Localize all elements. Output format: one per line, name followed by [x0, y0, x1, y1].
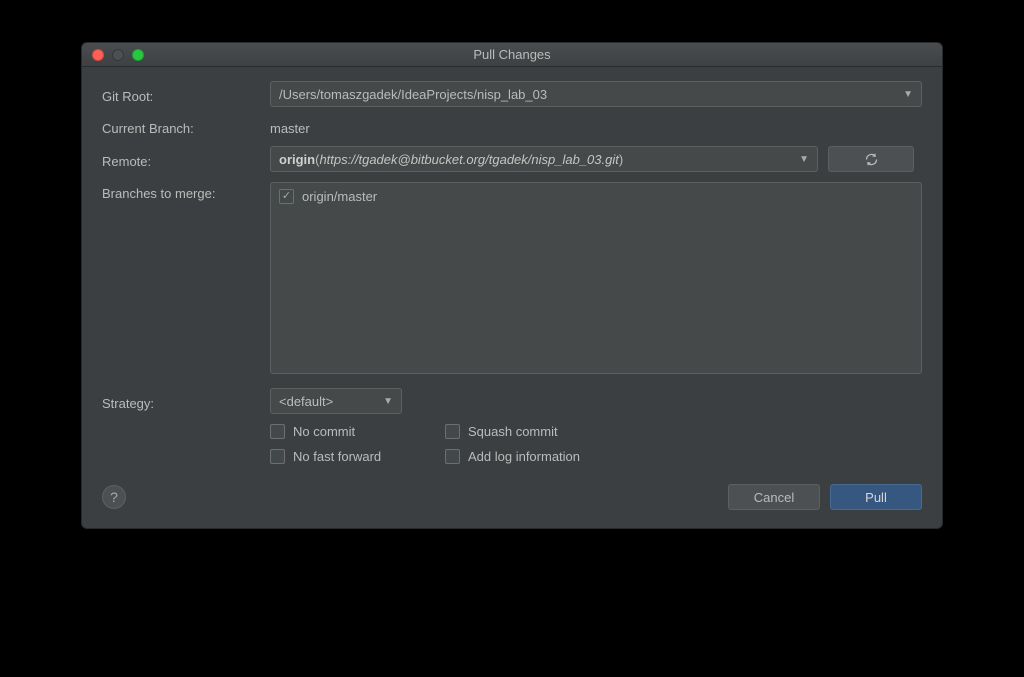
pull-button[interactable]: Pull — [830, 484, 922, 510]
branches-list[interactable]: origin/master — [270, 182, 922, 374]
remote-dropdown[interactable]: origin(https://tgadek@bitbucket.org/tgad… — [270, 146, 818, 172]
minimize-window-icon — [112, 49, 124, 61]
no-fast-forward-option[interactable]: No fast forward — [270, 449, 445, 464]
remote-url: https://tgadek@bitbucket.org/tgadek/nisp… — [319, 152, 618, 167]
refresh-button[interactable] — [828, 146, 914, 172]
cancel-button-label: Cancel — [754, 490, 794, 505]
strategy-label: Strategy: — [102, 392, 270, 411]
pull-button-label: Pull — [865, 490, 887, 505]
squash-commit-label: Squash commit — [468, 424, 558, 439]
help-button[interactable]: ? — [102, 485, 126, 509]
git-root-label: Git Root: — [102, 85, 270, 104]
no-commit-label: No commit — [293, 424, 355, 439]
chevron-down-icon: ▼ — [383, 396, 393, 407]
current-branch-label: Current Branch: — [102, 117, 270, 136]
add-log-info-checkbox[interactable] — [445, 449, 460, 464]
add-log-info-option[interactable]: Add log information — [445, 449, 665, 464]
no-commit-option[interactable]: No commit — [270, 424, 445, 439]
no-fast-forward-checkbox[interactable] — [270, 449, 285, 464]
no-fast-forward-label: No fast forward — [293, 449, 381, 464]
titlebar: Pull Changes — [82, 43, 942, 67]
chevron-down-icon: ▼ — [903, 89, 913, 100]
refresh-icon — [864, 152, 879, 167]
dialog-body: Git Root: /Users/tomaszgadek/IdeaProject… — [82, 67, 942, 528]
strategy-value: <default> — [279, 394, 333, 409]
remote-value: origin(https://tgadek@bitbucket.org/tgad… — [279, 152, 623, 167]
no-commit-checkbox[interactable] — [270, 424, 285, 439]
branches-to-merge-label: Branches to merge: — [102, 182, 270, 201]
git-root-value: /Users/tomaszgadek/IdeaProjects/nisp_lab… — [279, 87, 547, 102]
pull-changes-dialog: Pull Changes Git Root: /Users/tomaszgade… — [81, 42, 943, 529]
current-branch-value: master — [270, 117, 310, 136]
remote-label: Remote: — [102, 150, 270, 169]
cancel-button[interactable]: Cancel — [728, 484, 820, 510]
chevron-down-icon: ▼ — [799, 154, 809, 165]
help-icon: ? — [110, 489, 118, 505]
window-controls — [82, 49, 144, 61]
add-log-info-label: Add log information — [468, 449, 580, 464]
squash-commit-checkbox[interactable] — [445, 424, 460, 439]
dialog-footer: ? Cancel Pull — [102, 484, 922, 510]
options-grid: No commit Squash commit No fast forward … — [270, 424, 922, 464]
strategy-dropdown[interactable]: <default> ▼ — [270, 388, 402, 414]
window-title: Pull Changes — [82, 47, 942, 62]
branch-checkbox[interactable] — [279, 189, 294, 204]
branch-label: origin/master — [302, 189, 377, 204]
zoom-window-icon[interactable] — [132, 49, 144, 61]
squash-commit-option[interactable]: Squash commit — [445, 424, 665, 439]
branch-item[interactable]: origin/master — [279, 189, 913, 204]
remote-name: origin — [279, 152, 315, 167]
close-window-icon[interactable] — [92, 49, 104, 61]
git-root-dropdown[interactable]: /Users/tomaszgadek/IdeaProjects/nisp_lab… — [270, 81, 922, 107]
